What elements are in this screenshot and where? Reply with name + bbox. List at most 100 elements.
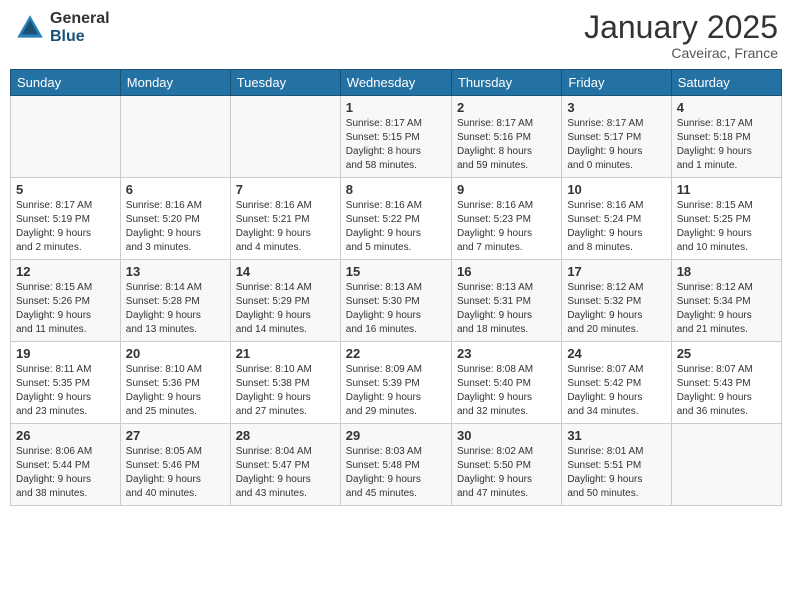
day-number: 7 — [236, 182, 335, 197]
day-number: 22 — [346, 346, 446, 361]
calendar-week-row: 5 Sunrise: 8:17 AM Sunset: 5:19 PM Daylig… — [11, 178, 782, 260]
weekday-header: Tuesday — [230, 70, 340, 96]
day-number: 2 — [457, 100, 556, 115]
calendar-cell: 9Sunrise: 8:16 AM Sunset: 5:23 PM Daylig… — [451, 178, 561, 260]
calendar-cell: 8 Sunrise: 8:16 AM Sunset: 5:22 PM Daylig… — [340, 178, 451, 260]
calendar-cell: 28Sunrise: 8:04 AM Sunset: 5:47 PM Dayli… — [230, 424, 340, 506]
logo-general: General — [50, 10, 110, 28]
logo-blue: Blue — [50, 28, 110, 46]
title-block: January 2025 Caveirac, France — [584, 10, 778, 61]
calendar-cell: 25 Sunrise: 8:07 AM Sunset: 5:43 PM Dayli… — [671, 342, 781, 424]
day-number: 1 — [346, 100, 446, 115]
day-info: Sunrise: 8:16 AM Sunset: 5:21 PM Dayligh… — [236, 199, 335, 255]
day-info: Sunrise: 8:07 AM Sunset: 5:43 PM Dayligh… — [677, 363, 776, 419]
logo-icon — [14, 12, 46, 44]
day-info: Sunrise: 8:16 AM Sunset: 5:23 PM Dayligh… — [457, 199, 556, 255]
day-info: Sunrise: 8:17 AM Sunset: 5:16 PM Dayligh… — [457, 117, 556, 173]
day-info: Sunrise: 8:13 AM Sunset: 5:30 PM Dayligh… — [346, 281, 446, 337]
calendar-cell — [671, 424, 781, 506]
day-info: Sunrise: 8:05 AM Sunset: 5:46 PM Dayligh… — [126, 445, 225, 501]
logo: General Blue — [14, 10, 110, 45]
calendar-cell: 29Sunrise: 8:03 AM Sunset: 5:48 PM Dayli… — [340, 424, 451, 506]
weekday-header: Thursday — [451, 70, 561, 96]
calendar-cell: 1 Sunrise: 8:17 AM Sunset: 5:15 PM Daylig… — [340, 96, 451, 178]
page-header: General Blue January 2025 Caveirac, Fran… — [10, 10, 782, 61]
day-info: Sunrise: 8:13 AM Sunset: 5:31 PM Dayligh… — [457, 281, 556, 337]
calendar-cell: 18 Sunrise: 8:12 AM Sunset: 5:34 PM Dayli… — [671, 260, 781, 342]
day-info: Sunrise: 8:16 AM Sunset: 5:20 PM Dayligh… — [126, 199, 225, 255]
day-info: Sunrise: 8:17 AM Sunset: 5:18 PM Dayligh… — [677, 117, 776, 173]
calendar-cell: 30Sunrise: 8:02 AM Sunset: 5:50 PM Dayli… — [451, 424, 561, 506]
calendar-cell: 15 Sunrise: 8:13 AM Sunset: 5:30 PM Dayli… — [340, 260, 451, 342]
day-number: 21 — [236, 346, 335, 361]
day-info: Sunrise: 8:01 AM Sunset: 5:51 PM Dayligh… — [567, 445, 665, 501]
day-info: Sunrise: 8:12 AM Sunset: 5:32 PM Dayligh… — [567, 281, 665, 337]
calendar-cell: 7 Sunrise: 8:16 AM Sunset: 5:21 PM Daylig… — [230, 178, 340, 260]
calendar-cell: 10Sunrise: 8:16 AM Sunset: 5:24 PM Dayli… — [562, 178, 671, 260]
day-number: 20 — [126, 346, 225, 361]
calendar-cell: 27Sunrise: 8:05 AM Sunset: 5:46 PM Dayli… — [120, 424, 230, 506]
day-number: 16 — [457, 264, 556, 279]
day-number: 12 — [16, 264, 115, 279]
day-number: 6 — [126, 182, 225, 197]
day-number: 5 — [16, 182, 115, 197]
calendar-cell: 19 Sunrise: 8:11 AM Sunset: 5:35 PM Dayli… — [11, 342, 121, 424]
calendar-cell: 24 Sunrise: 8:07 AM Sunset: 5:42 PM Dayli… — [562, 342, 671, 424]
calendar-cell: 20 Sunrise: 8:10 AM Sunset: 5:36 PM Dayli… — [120, 342, 230, 424]
day-number: 19 — [16, 346, 115, 361]
calendar-cell: 5 Sunrise: 8:17 AM Sunset: 5:19 PM Daylig… — [11, 178, 121, 260]
day-info: Sunrise: 8:15 AM Sunset: 5:25 PM Dayligh… — [677, 199, 776, 255]
day-info: Sunrise: 8:17 AM Sunset: 5:17 PM Dayligh… — [567, 117, 665, 173]
day-info: Sunrise: 8:10 AM Sunset: 5:36 PM Dayligh… — [126, 363, 225, 419]
calendar-table: SundayMondayTuesdayWednesdayThursdayFrid… — [10, 69, 782, 506]
day-number: 26 — [16, 428, 115, 443]
weekday-header-row: SundayMondayTuesdayWednesdayThursdayFrid… — [11, 70, 782, 96]
day-info: Sunrise: 8:11 AM Sunset: 5:35 PM Dayligh… — [16, 363, 115, 419]
weekday-header: Monday — [120, 70, 230, 96]
day-info: Sunrise: 8:03 AM Sunset: 5:48 PM Dayligh… — [346, 445, 446, 501]
calendar-cell: 12 Sunrise: 8:15 AM Sunset: 5:26 PM Dayli… — [11, 260, 121, 342]
calendar-cell: 31 Sunrise: 8:01 AM Sunset: 5:51 PM Dayli… — [562, 424, 671, 506]
day-info: Sunrise: 8:09 AM Sunset: 5:39 PM Dayligh… — [346, 363, 446, 419]
calendar-week-row: 19 Sunrise: 8:11 AM Sunset: 5:35 PM Dayli… — [11, 342, 782, 424]
day-number: 8 — [346, 182, 446, 197]
calendar-cell: 14 Sunrise: 8:14 AM Sunset: 5:29 PM Dayli… — [230, 260, 340, 342]
day-info: Sunrise: 8:08 AM Sunset: 5:40 PM Dayligh… — [457, 363, 556, 419]
day-number: 13 — [126, 264, 225, 279]
day-number: 31 — [567, 428, 665, 443]
weekday-header: Sunday — [11, 70, 121, 96]
location: Caveirac, France — [584, 45, 778, 61]
calendar-cell: 11Sunrise: 8:15 AM Sunset: 5:25 PM Dayli… — [671, 178, 781, 260]
day-number: 25 — [677, 346, 776, 361]
day-info: Sunrise: 8:12 AM Sunset: 5:34 PM Dayligh… — [677, 281, 776, 337]
calendar-cell: 21 Sunrise: 8:10 AM Sunset: 5:38 PM Dayli… — [230, 342, 340, 424]
day-info: Sunrise: 8:17 AM Sunset: 5:15 PM Dayligh… — [346, 117, 446, 173]
calendar-week-row: 26 Sunrise: 8:06 AM Sunset: 5:44 PM Dayli… — [11, 424, 782, 506]
day-info: Sunrise: 8:14 AM Sunset: 5:29 PM Dayligh… — [236, 281, 335, 337]
day-info: Sunrise: 8:06 AM Sunset: 5:44 PM Dayligh… — [16, 445, 115, 501]
day-info: Sunrise: 8:10 AM Sunset: 5:38 PM Dayligh… — [236, 363, 335, 419]
day-info: Sunrise: 8:17 AM Sunset: 5:19 PM Dayligh… — [16, 199, 115, 255]
day-info: Sunrise: 8:16 AM Sunset: 5:22 PM Dayligh… — [346, 199, 446, 255]
day-number: 23 — [457, 346, 556, 361]
calendar-cell — [120, 96, 230, 178]
day-number: 17 — [567, 264, 665, 279]
day-info: Sunrise: 8:07 AM Sunset: 5:42 PM Dayligh… — [567, 363, 665, 419]
weekday-header: Wednesday — [340, 70, 451, 96]
day-number: 15 — [346, 264, 446, 279]
day-number: 24 — [567, 346, 665, 361]
month-title: January 2025 — [584, 10, 778, 45]
day-number: 14 — [236, 264, 335, 279]
day-info: Sunrise: 8:04 AM Sunset: 5:47 PM Dayligh… — [236, 445, 335, 501]
day-info: Sunrise: 8:15 AM Sunset: 5:26 PM Dayligh… — [16, 281, 115, 337]
calendar-cell: 4Sunrise: 8:17 AM Sunset: 5:18 PM Daylig… — [671, 96, 781, 178]
day-number: 10 — [567, 182, 665, 197]
calendar-cell: 13 Sunrise: 8:14 AM Sunset: 5:28 PM Dayli… — [120, 260, 230, 342]
calendar-cell: 23 Sunrise: 8:08 AM Sunset: 5:40 PM Dayli… — [451, 342, 561, 424]
calendar-cell: 3Sunrise: 8:17 AM Sunset: 5:17 PM Daylig… — [562, 96, 671, 178]
day-info: Sunrise: 8:14 AM Sunset: 5:28 PM Dayligh… — [126, 281, 225, 337]
day-number: 18 — [677, 264, 776, 279]
day-info: Sunrise: 8:02 AM Sunset: 5:50 PM Dayligh… — [457, 445, 556, 501]
weekday-header: Saturday — [671, 70, 781, 96]
calendar-cell: 6 Sunrise: 8:16 AM Sunset: 5:20 PM Daylig… — [120, 178, 230, 260]
